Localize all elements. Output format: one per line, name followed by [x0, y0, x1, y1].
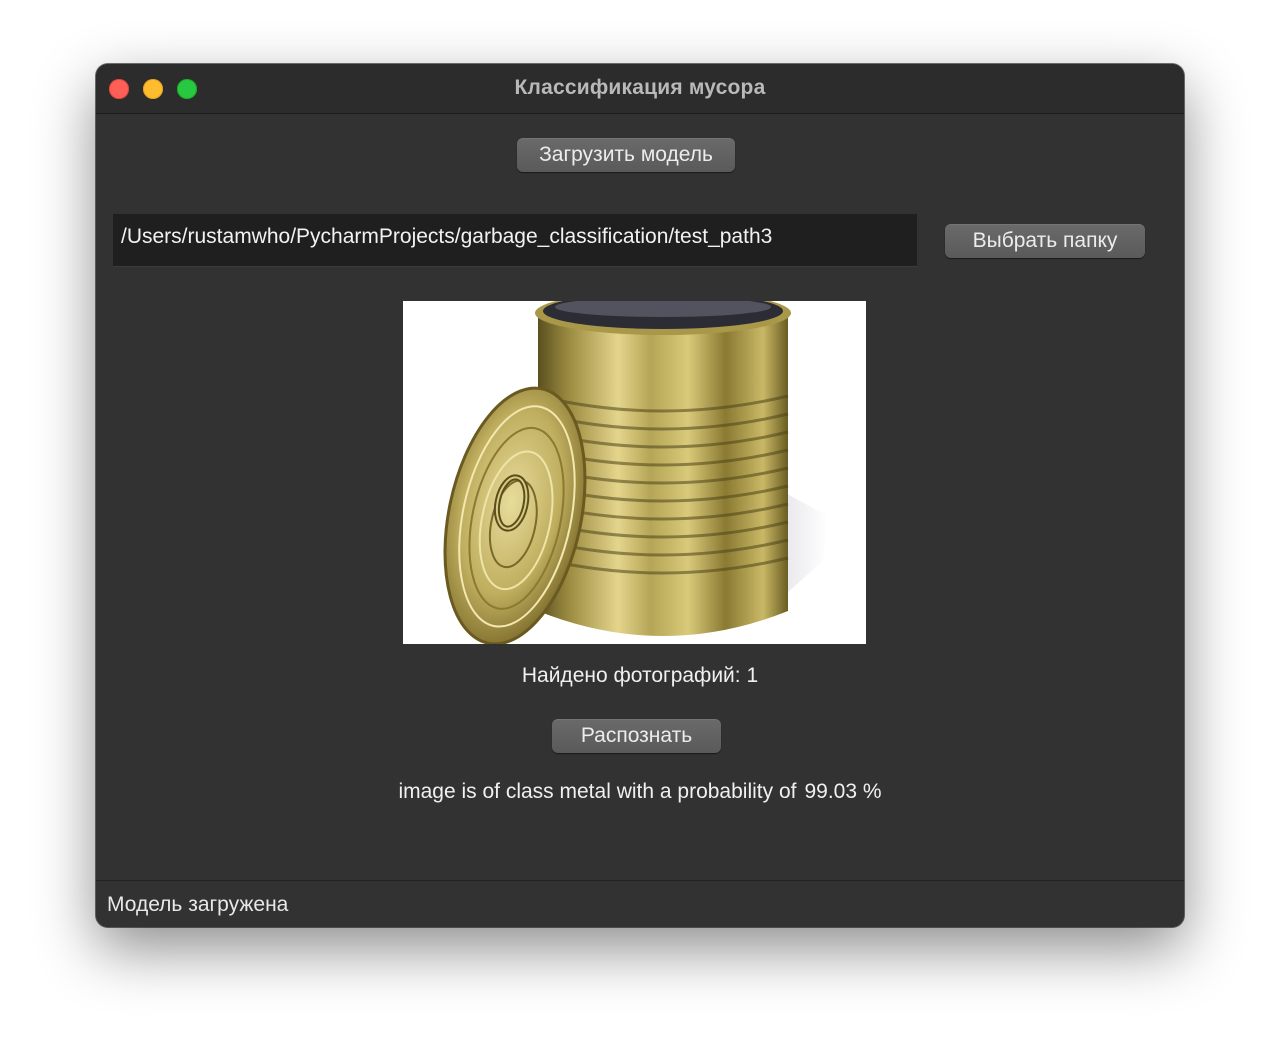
recognize-button[interactable]: Распознать	[552, 719, 721, 753]
photo-preview	[403, 301, 866, 644]
result-probability: 99.03 %	[804, 780, 882, 803]
status-bar: Модель загружена	[96, 880, 1184, 927]
choose-folder-button[interactable]: Выбрать папку	[945, 224, 1145, 258]
window-title: Классификация мусора	[514, 76, 766, 99]
tin-can-image	[403, 301, 866, 644]
status-text: Модель загружена	[107, 893, 289, 916]
load-model-button[interactable]: Загрузить модель	[517, 138, 735, 172]
title-bar[interactable]: Классификация мусора	[96, 64, 1184, 114]
found-photos-label: Найдено фотографий: 1	[521, 664, 759, 687]
app-window: Классификация мусора Загрузить модель /U…	[96, 64, 1184, 927]
classification-result: image is of class metal with a probabili…	[96, 780, 1184, 804]
result-text: image is of class metal with a probabili…	[398, 780, 797, 803]
folder-path-field[interactable]: /Users/rustamwho/PycharmProjects/garbage…	[113, 214, 917, 267]
